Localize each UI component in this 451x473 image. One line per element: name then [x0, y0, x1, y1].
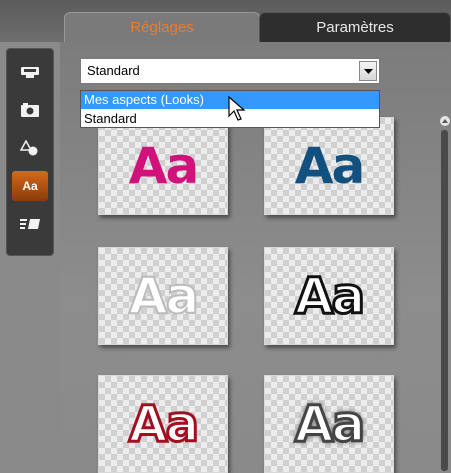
tab-reglages[interactable]: Réglages: [64, 12, 260, 42]
look-tile-magenta[interactable]: Aa: [98, 117, 228, 215]
text-align-icon: [20, 219, 40, 229]
look-preview-text: Aa: [294, 137, 365, 195]
look-preview-text: Aa: [127, 394, 200, 455]
look-preview-text: Aa: [128, 266, 200, 326]
side-toolbar: Aa: [6, 48, 54, 256]
look-tile-white-outline-red[interactable]: Aa: [98, 375, 228, 473]
preset-select-value: Standard: [87, 63, 140, 78]
look-preview-text: Aa: [293, 266, 366, 327]
look-tile-white-shadow-dark[interactable]: Aa: [264, 375, 394, 473]
scrollbar[interactable]: [438, 110, 451, 471]
look-tile-white-outline-black[interactable]: Aa: [264, 247, 394, 345]
shapes-button[interactable]: [12, 133, 48, 163]
look-tile-dark-blue[interactable]: Aa: [264, 117, 394, 215]
chevron-down-icon: [363, 68, 373, 74]
mouse-cursor-icon: [228, 96, 246, 121]
video-track-icon: [21, 67, 39, 78]
dropdown-arrow-button[interactable]: [359, 61, 377, 81]
look-preview-text: Aa: [293, 394, 366, 455]
text-align-button[interactable]: [12, 209, 48, 239]
photo-icon: [21, 103, 39, 117]
look-tile-white-outline-gray[interactable]: Aa: [98, 247, 228, 345]
photo-button[interactable]: [12, 95, 48, 125]
text-style-button[interactable]: Aa: [12, 171, 48, 201]
video-track-button[interactable]: [12, 57, 48, 87]
preset-select[interactable]: Standard: [80, 58, 380, 84]
shapes-icon: [20, 140, 38, 156]
text-style-icon: Aa: [22, 179, 38, 193]
look-preview-text: Aa: [128, 137, 199, 195]
tab-parametres[interactable]: Paramètres: [259, 12, 451, 42]
scrollbar-track[interactable]: [441, 130, 448, 471]
